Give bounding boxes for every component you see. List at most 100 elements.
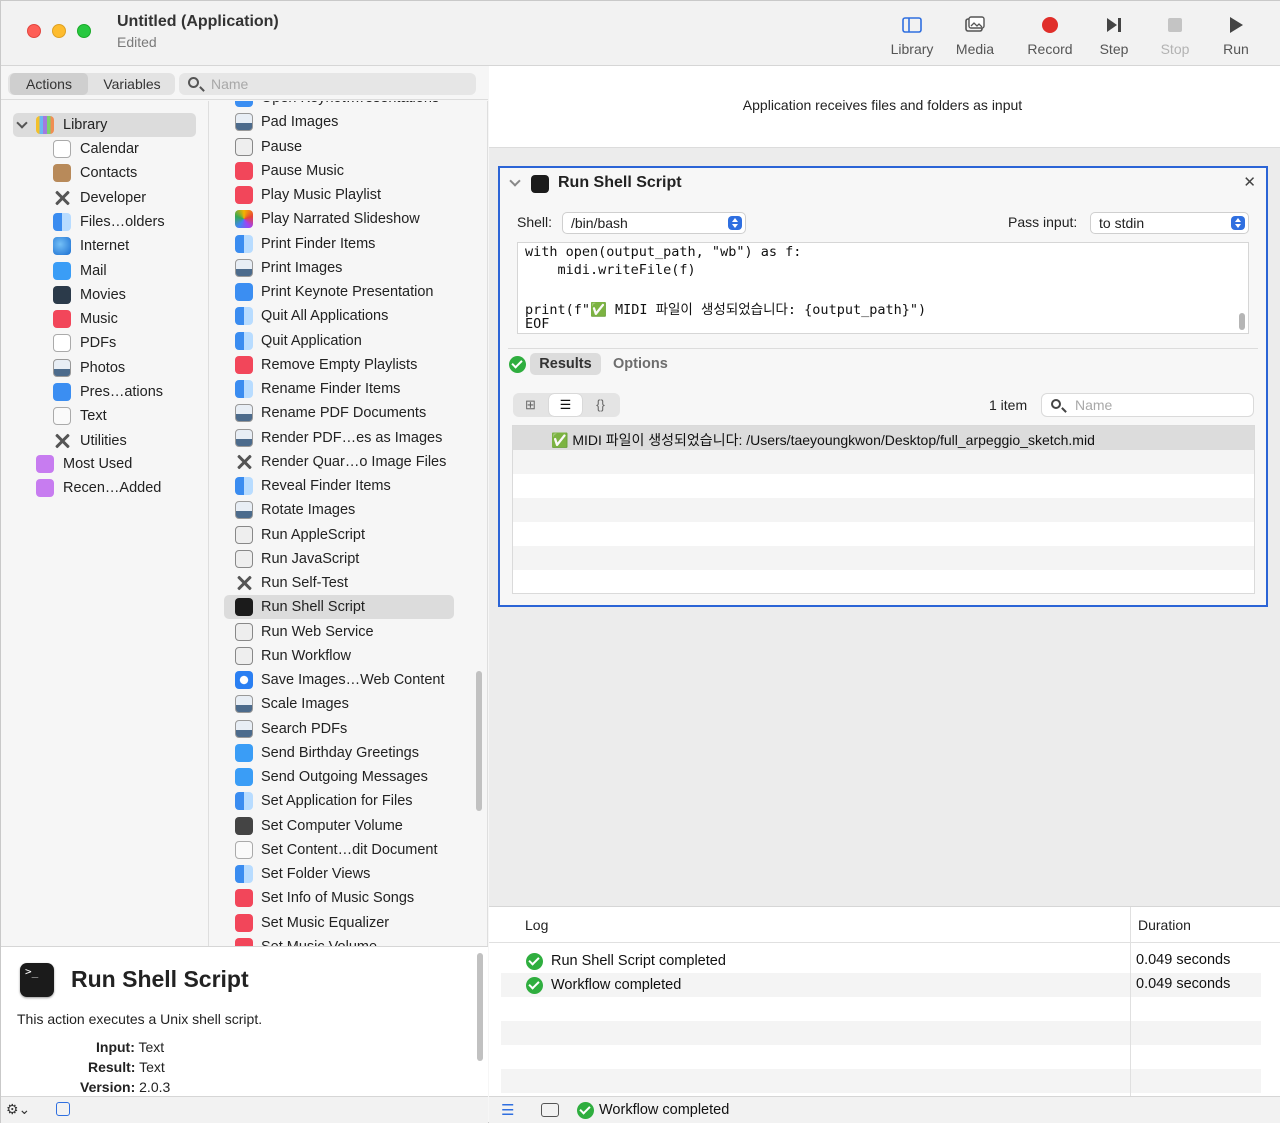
script-icon (235, 525, 253, 544)
action-item[interactable]: Quit All Applications (224, 304, 454, 328)
music-icon (235, 889, 253, 908)
action-item[interactable]: Send Birthday Greetings (224, 741, 454, 765)
search-icon (1051, 399, 1061, 409)
action-item[interactable]: Print Images (224, 256, 454, 280)
action-item[interactable]: Pause Music (224, 159, 454, 183)
action-item[interactable]: Set Computer Volume (224, 814, 454, 838)
action-item[interactable]: Remove Empty Playlists (224, 353, 454, 377)
action-item[interactable]: Quit Application (224, 329, 454, 353)
action-item[interactable]: Set Music Equalizer (224, 911, 454, 935)
log-row[interactable]: Workflow completed 0.049 seconds (501, 973, 1261, 997)
action-menu-icon[interactable]: ⚙︎⌄ (6, 1101, 30, 1118)
script-icon (235, 137, 253, 156)
zoom-window-button[interactable] (77, 24, 91, 38)
finder-icon (235, 380, 253, 398)
description-toggle-icon[interactable] (56, 1102, 70, 1116)
script-scrollbar[interactable] (1239, 313, 1245, 330)
action-item-label: Remove Empty Playlists (261, 356, 418, 373)
log-row-duration: 0.049 seconds (1136, 952, 1231, 968)
result-item-count: 1 item (989, 397, 1028, 413)
script-editor[interactable]: with open(output_path, "wb") as f: midi.… (517, 242, 1249, 334)
results-table: ✅ MIDI 파일이 생성되었습니다: /Users/taeyoungkwon/… (512, 425, 1255, 594)
log-row-text: Run Shell Script completed (551, 953, 726, 969)
actions-scrollbar[interactable] (476, 671, 482, 811)
action-item-selected[interactable]: Run Shell Script (224, 595, 454, 620)
action-item[interactable]: Print Keynote Presentation (224, 280, 454, 304)
collapse-chevron-icon[interactable] (509, 175, 521, 187)
action-item[interactable]: Print Finder Items (224, 232, 454, 256)
description-scrollbar[interactable] (477, 953, 483, 1061)
mail-icon (235, 743, 253, 762)
action-item[interactable]: Rotate Images (224, 498, 454, 522)
pass-input-label: Pass input: (1008, 214, 1078, 230)
action-item[interactable]: Set Music Volume (224, 935, 454, 946)
duration-column-header[interactable]: Duration (1138, 917, 1191, 933)
list-view-icon[interactable]: ☰ (549, 394, 582, 416)
code-view-icon[interactable]: {} (584, 394, 617, 416)
action-item-label: Rename PDF Documents (261, 405, 427, 422)
stop-icon (1164, 15, 1186, 35)
action-item[interactable]: Rename Finder Items (224, 377, 454, 401)
shell-label: Shell: (517, 214, 553, 230)
action-item-label: Save Images…Web Content (261, 672, 445, 688)
record-button[interactable]: Record (1015, 9, 1085, 61)
stop-button[interactable]: Stop (1140, 9, 1210, 61)
action-item[interactable]: Scale Images (224, 692, 454, 716)
action-item[interactable]: Pause (224, 135, 454, 159)
workflow-view-icon[interactable] (541, 1103, 559, 1117)
log-column-header[interactable]: Log (525, 917, 548, 933)
finder-icon (235, 865, 253, 883)
library-button[interactable]: Library (877, 9, 947, 61)
img-icon (235, 501, 253, 520)
action-item[interactable]: Play Music Playlist (224, 183, 454, 207)
action-search-field[interactable]: Name (179, 73, 476, 95)
action-item[interactable]: Set Folder Views (224, 862, 454, 886)
log-row[interactable]: Run Shell Script completed 0.049 seconds (501, 949, 1261, 973)
action-item[interactable]: Set Info of Music Songs (224, 886, 454, 910)
close-icon[interactable]: ✕ (1243, 173, 1256, 191)
action-item[interactable]: Open Keynot…resentations (224, 101, 454, 110)
tab-variables[interactable]: Variables (92, 73, 172, 95)
icon-view-icon[interactable]: ⊞ (514, 394, 547, 416)
action-item[interactable]: Play Narrated Slideshow (224, 207, 454, 231)
tab-actions[interactable]: Actions (10, 73, 88, 95)
results-search-field[interactable]: Name (1041, 393, 1254, 417)
action-item[interactable]: Set Content…dit Document (224, 838, 454, 862)
shell-popup[interactable]: /bin/bash (562, 212, 746, 234)
action-item[interactable]: Reveal Finder Items (224, 474, 454, 498)
globe-icon (53, 237, 71, 256)
close-window-button[interactable] (27, 24, 41, 38)
action-item[interactable]: Render PDF…es as Images (224, 426, 454, 450)
pass-input-popup[interactable]: to stdin (1090, 212, 1249, 234)
tools-icon (53, 432, 71, 450)
action-item[interactable]: Run JavaScript (224, 547, 454, 571)
action-item[interactable]: Render Quar…o Image Files (224, 450, 454, 474)
action-item-label: Set Music Volume (261, 935, 377, 946)
action-item[interactable]: Pad Images (224, 110, 454, 134)
action-item-label: Print Keynote Presentation (261, 284, 434, 300)
popup-arrows-icon (1231, 216, 1245, 230)
action-item[interactable]: Set Application for Files (224, 789, 454, 813)
run-shell-script-action[interactable]: Run Shell Script ✕ Shell: /bin/bash Pass… (498, 166, 1268, 607)
action-item[interactable]: Run Web Service (224, 620, 454, 644)
media-button[interactable]: Media (940, 9, 1010, 61)
tab-results[interactable]: Results (530, 353, 601, 375)
log-list-icon[interactable]: ☰ (501, 1101, 514, 1119)
action-item[interactable]: Search PDFs (224, 717, 454, 741)
action-item[interactable]: Rename PDF Documents (224, 401, 454, 425)
code-line: EOF (525, 316, 550, 332)
action-item[interactable]: Run Self-Test (224, 571, 454, 595)
result-row[interactable]: ✅ MIDI 파일이 생성되었습니다: /Users/taeyoungkwon/… (513, 426, 1254, 450)
calendar-icon (53, 140, 71, 158)
step-button[interactable]: Step (1079, 9, 1149, 61)
success-check-icon (577, 1102, 594, 1119)
run-button[interactable]: Run (1201, 9, 1271, 61)
action-item[interactable]: Run AppleScript (224, 523, 454, 547)
action-item[interactable]: Send Outgoing Messages (224, 765, 454, 789)
script-icon (235, 622, 253, 641)
minimize-window-button[interactable] (52, 24, 66, 38)
action-item[interactable]: Save Images…Web Content (224, 668, 454, 692)
action-item[interactable]: Run Workflow (224, 644, 454, 668)
tab-options[interactable]: Options (613, 353, 668, 375)
library-item-label: Pres…ations (80, 384, 164, 400)
